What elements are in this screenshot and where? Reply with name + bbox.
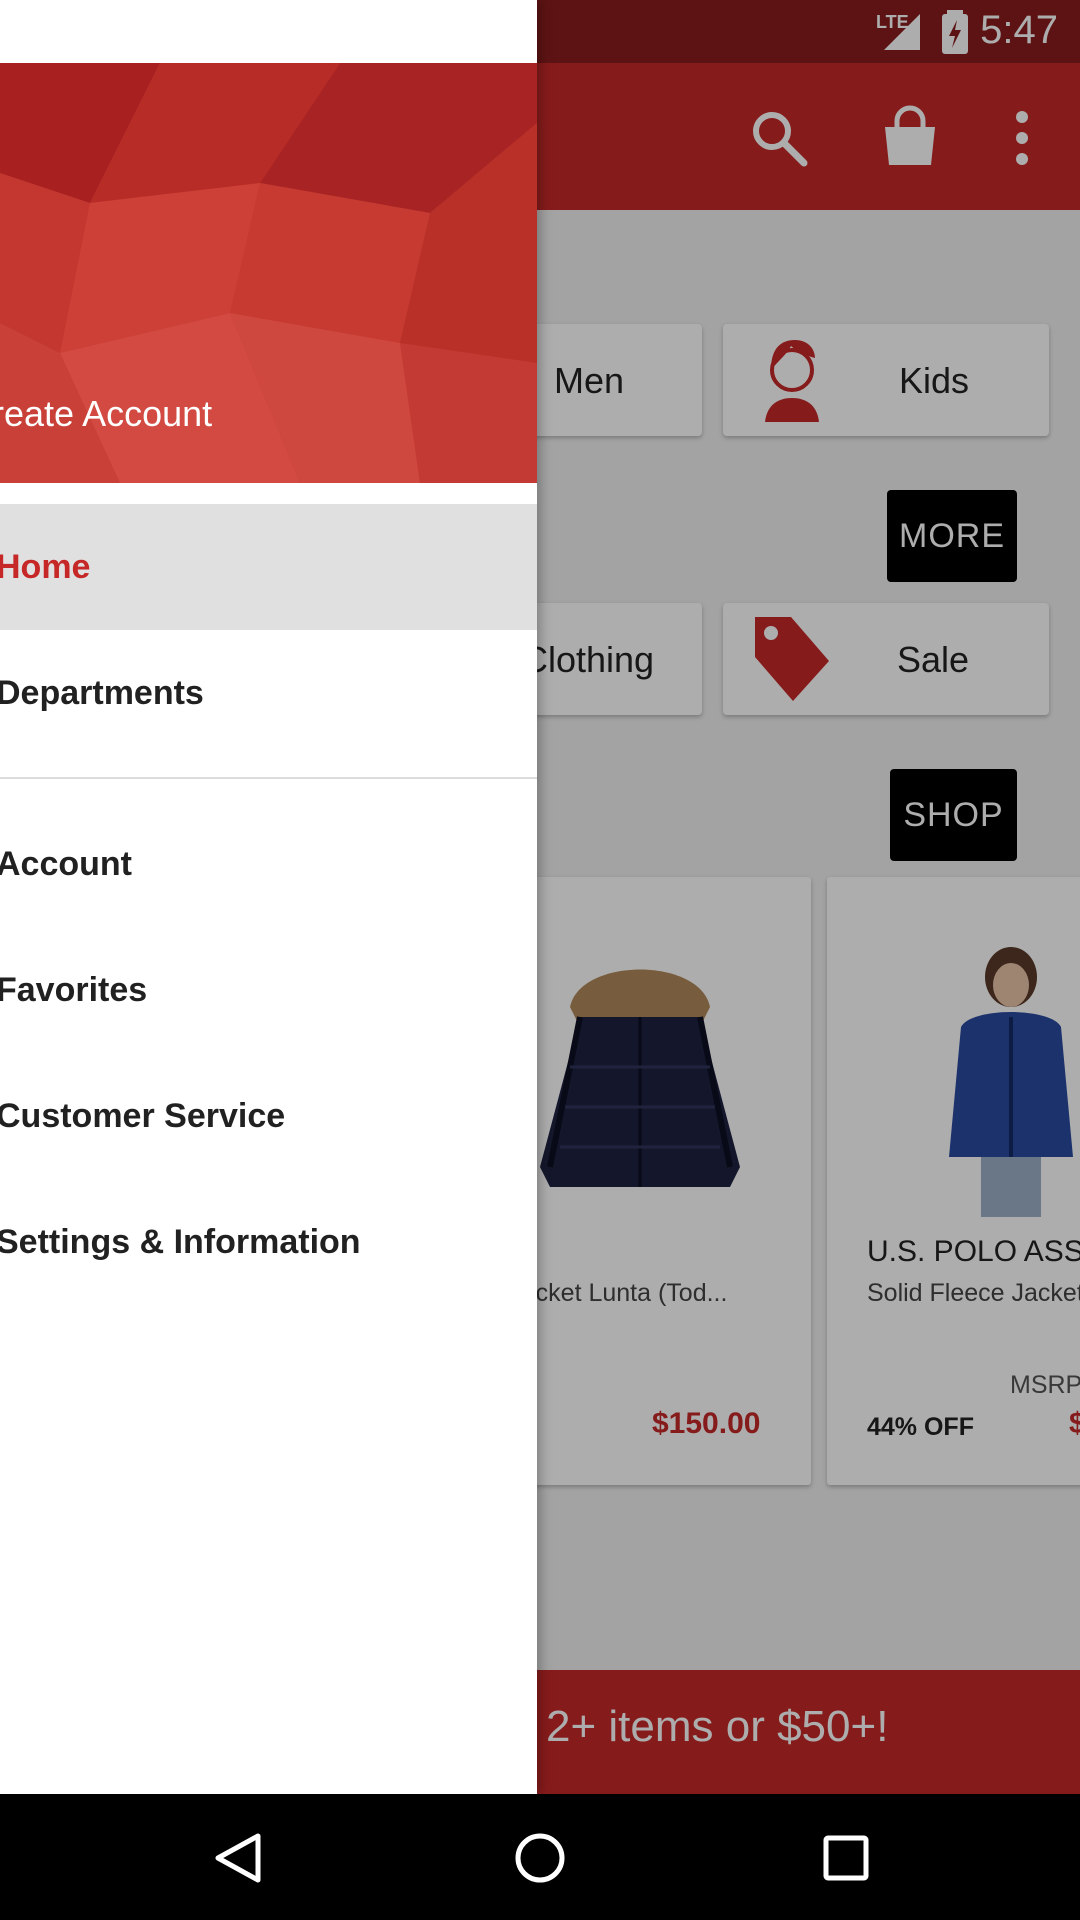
drawer-item-favorites[interactable]: Favorites [0,927,537,1053]
drawer-item-label: Settings & Information [0,1223,361,1261]
drawer-item-departments[interactable]: Departments [0,630,537,756]
system-nav-bar [0,1794,1080,1920]
drawer-header: reate Account [0,63,537,483]
create-account-link[interactable]: reate Account [0,393,212,435]
back-icon[interactable] [210,1830,266,1886]
navigation-drawer: reate Account Home Departments Account F… [0,0,537,1794]
drawer-item-customer-service[interactable]: Customer Service [0,1053,537,1179]
drawer-divider [0,777,537,779]
drawer-status-area [0,0,537,63]
drawer-item-label: Favorites [0,971,148,1009]
drawer-item-home[interactable]: Home [0,504,537,630]
drawer-item-settings[interactable]: Settings & Information [0,1179,537,1305]
drawer-item-label: Account [0,845,132,883]
screen: LTE 5:47 Men Kids MORE Clothing Sale SHO… [0,0,1080,1920]
recents-icon[interactable] [818,1830,874,1886]
home-icon[interactable] [512,1830,568,1886]
drawer-item-label: Departments [0,674,204,712]
drawer-item-label: Home [0,548,91,586]
drawer-item-account[interactable]: Account [0,801,537,927]
drawer-item-label: Customer Service [0,1097,286,1135]
